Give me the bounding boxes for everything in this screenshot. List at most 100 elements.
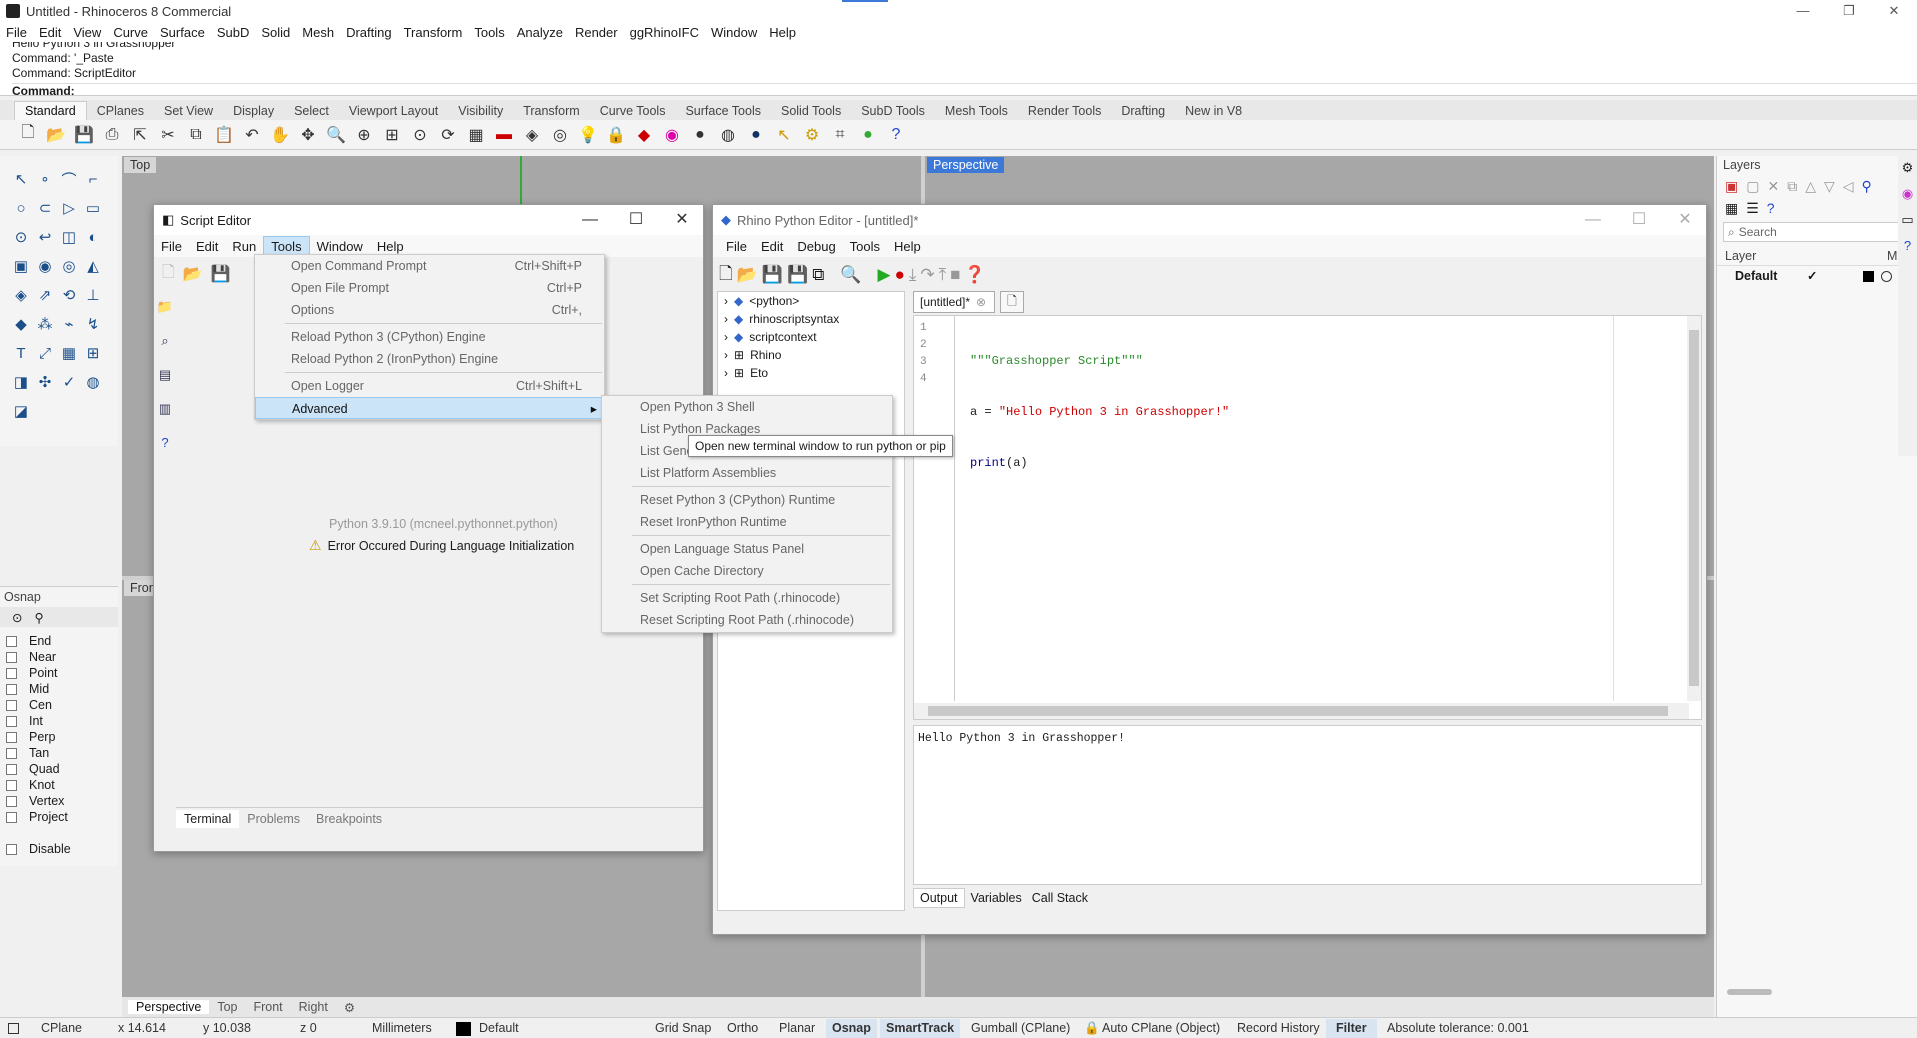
horizontal-scrollbar[interactable] bbox=[914, 703, 1689, 719]
osnap-point[interactable]: Point bbox=[0, 665, 118, 681]
vertical-scrollbar[interactable] bbox=[1687, 316, 1701, 701]
osnap-tan[interactable]: Tan bbox=[0, 745, 118, 761]
move-icon[interactable]: ⇗ bbox=[32, 282, 58, 308]
minimize-button[interactable]: — bbox=[567, 205, 613, 235]
tab-visibility[interactable]: Visibility bbox=[448, 102, 513, 120]
osnap-vertex[interactable]: Vertex bbox=[0, 793, 118, 809]
tree-item[interactable]: › ⊞ Rhino bbox=[718, 346, 904, 364]
snapshot-icon[interactable]: ◎ bbox=[548, 123, 572, 147]
command-prompt[interactable]: Command: bbox=[12, 83, 1917, 95]
status-units[interactable]: Millimeters bbox=[372, 1021, 432, 1035]
circle-icon[interactable]: ○ bbox=[8, 195, 34, 221]
checkbox[interactable] bbox=[6, 699, 17, 711]
menu-analyze[interactable]: Analyze bbox=[511, 25, 569, 40]
pe-menu-tools[interactable]: Tools bbox=[843, 237, 887, 256]
tab-curve-tools[interactable]: Curve Tools bbox=[590, 102, 676, 120]
tab-render-tools[interactable]: Render Tools bbox=[1018, 102, 1111, 120]
vtab-top[interactable]: Top bbox=[209, 1000, 245, 1014]
menu-options[interactable]: Options Ctrl+, bbox=[255, 299, 604, 321]
expand-icon[interactable]: › bbox=[724, 312, 728, 326]
checkbox[interactable] bbox=[6, 635, 17, 647]
orient-icon[interactable]: ⊥ bbox=[80, 282, 106, 308]
menu-open-python3-shell[interactable]: Open Python 3 Shell bbox=[602, 396, 892, 418]
zoom-selected-icon[interactable]: ⊙ bbox=[408, 123, 432, 147]
checkbox[interactable] bbox=[6, 779, 17, 791]
pe-tab-output[interactable]: Output bbox=[913, 888, 965, 908]
osnap-filter-icon[interactable]: ⚲ bbox=[34, 610, 43, 625]
polygon-icon[interactable]: ▷ bbox=[56, 195, 82, 221]
array-icon[interactable]: ⁂ bbox=[32, 311, 58, 337]
viewport-toggle-icon[interactable] bbox=[8, 1023, 19, 1034]
menu-list-platform-assemblies[interactable]: List Platform Assemblies bbox=[602, 462, 892, 484]
surface-icon[interactable]: ◫ bbox=[56, 224, 82, 250]
material-icon[interactable]: ◆ bbox=[632, 123, 656, 147]
osnap-project[interactable]: Project bbox=[0, 809, 118, 825]
menu-view[interactable]: View bbox=[67, 25, 107, 40]
osnap-disable[interactable]: Disable bbox=[0, 841, 118, 857]
checkbox[interactable] bbox=[6, 683, 17, 695]
sphere-icon[interactable]: ◉ bbox=[32, 253, 58, 279]
arc-icon[interactable]: ⊂ bbox=[32, 195, 58, 221]
new-tab-icon[interactable]: 🗋 bbox=[1000, 291, 1024, 313]
menu-subd[interactable]: SubD bbox=[211, 25, 256, 40]
transform-icon[interactable]: ✣ bbox=[32, 369, 58, 395]
new-sublayer-icon[interactable]: ▢ bbox=[1746, 178, 1759, 195]
tab-solid-tools[interactable]: Solid Tools bbox=[771, 102, 851, 120]
code-content[interactable]: """Grasshopper Script""" a = "Hello Pyth… bbox=[970, 319, 1229, 506]
rectangle-icon[interactable]: ▭ bbox=[80, 195, 106, 221]
maximize-button[interactable]: ☐ bbox=[1616, 205, 1662, 235]
layer-row-default[interactable]: Default ✓ bbox=[1717, 266, 1917, 286]
tab-viewport-layout[interactable]: Viewport Layout bbox=[339, 102, 448, 120]
se-menu-help[interactable]: Help bbox=[370, 237, 411, 256]
render-icon[interactable]: ◈ bbox=[520, 123, 544, 147]
table-icon[interactable]: ▦ bbox=[1725, 200, 1738, 217]
osnap-quad[interactable]: Quad bbox=[0, 761, 118, 777]
status-gumball[interactable]: Gumball (CPlane) bbox=[971, 1021, 1070, 1035]
pe-tab-variables[interactable]: Variables bbox=[967, 889, 1026, 907]
menu-set-scripting-root[interactable]: Set Scripting Root Path (.rhinocode) bbox=[602, 587, 892, 609]
se-tab-breakpoints[interactable]: Breakpoints bbox=[308, 810, 390, 828]
output-panel[interactable]: Hello Python 3 in Grasshopper! bbox=[913, 725, 1702, 885]
menu-advanced[interactable]: Advanced ▸ bbox=[255, 397, 604, 419]
menu-window[interactable]: Window bbox=[705, 25, 763, 40]
status-planar[interactable]: Planar bbox=[779, 1021, 815, 1035]
viewport-label-perspective[interactable]: Perspective bbox=[927, 157, 1005, 173]
osnap-perp[interactable]: Perp bbox=[0, 729, 118, 745]
stop-icon[interactable]: ■ bbox=[950, 265, 960, 285]
grid-array-icon[interactable]: ▦ bbox=[56, 340, 82, 366]
osnap-toggle-icon[interactable]: ⊙ bbox=[12, 610, 22, 625]
copy-icon[interactable]: ⧉ bbox=[184, 123, 208, 147]
cut-icon[interactable]: ✂ bbox=[156, 123, 180, 147]
menu-reload-python3[interactable]: Reload Python 3 (CPython) Engine bbox=[255, 326, 604, 348]
menu-open-command-prompt[interactable]: Open Command Prompt Ctrl+Shift+P bbox=[255, 255, 604, 277]
se-tab-terminal[interactable]: Terminal bbox=[176, 809, 240, 828]
close-button[interactable]: ✕ bbox=[1871, 0, 1917, 22]
menu-ggrhinoifc[interactable]: ggRhinoIFC bbox=[624, 25, 705, 40]
osnap-end[interactable]: End bbox=[0, 633, 118, 649]
menu-open-file-prompt[interactable]: Open File Prompt Ctrl+P bbox=[255, 277, 604, 299]
polyline-icon[interactable]: ⌒ bbox=[56, 166, 82, 192]
viewport-label-top[interactable]: Top bbox=[124, 157, 157, 173]
tab-mesh-tools[interactable]: Mesh Tools bbox=[935, 102, 1018, 120]
environment-icon[interactable]: ● bbox=[744, 123, 768, 147]
checkbox[interactable] bbox=[6, 843, 17, 855]
delete-layer-icon[interactable]: ✕ bbox=[1767, 178, 1779, 195]
current-layer-check[interactable]: ✓ bbox=[1807, 268, 1817, 283]
rotate-view-icon[interactable]: ⟳ bbox=[436, 123, 460, 147]
document-icon[interactable]: ▤ bbox=[159, 367, 171, 383]
command-history[interactable]: Hello Python 3 in Grasshopper Command: '… bbox=[0, 42, 1917, 96]
menu-mesh[interactable]: Mesh bbox=[296, 25, 340, 40]
find-icon[interactable]: 🔍 bbox=[840, 265, 861, 285]
file-icon[interactable]: ▥ bbox=[159, 401, 171, 417]
menu-tools[interactable]: Tools bbox=[468, 25, 510, 40]
rotate-icon[interactable]: ⟲ bbox=[56, 282, 82, 308]
pe-tab-call-stack[interactable]: Call Stack bbox=[1028, 889, 1092, 907]
car-icon[interactable]: ▬ bbox=[492, 123, 516, 147]
move-view-icon[interactable]: ✥ bbox=[296, 123, 320, 147]
tree-item[interactable]: › ⊞ Eto bbox=[718, 364, 904, 382]
checkbox[interactable] bbox=[6, 667, 17, 679]
color-icon[interactable]: ◉ bbox=[1902, 186, 1913, 202]
solid-icon[interactable]: ◆ bbox=[8, 311, 34, 337]
explorer-icon[interactable]: 📁 bbox=[157, 299, 173, 315]
pe-menu-file[interactable]: File bbox=[719, 237, 754, 256]
